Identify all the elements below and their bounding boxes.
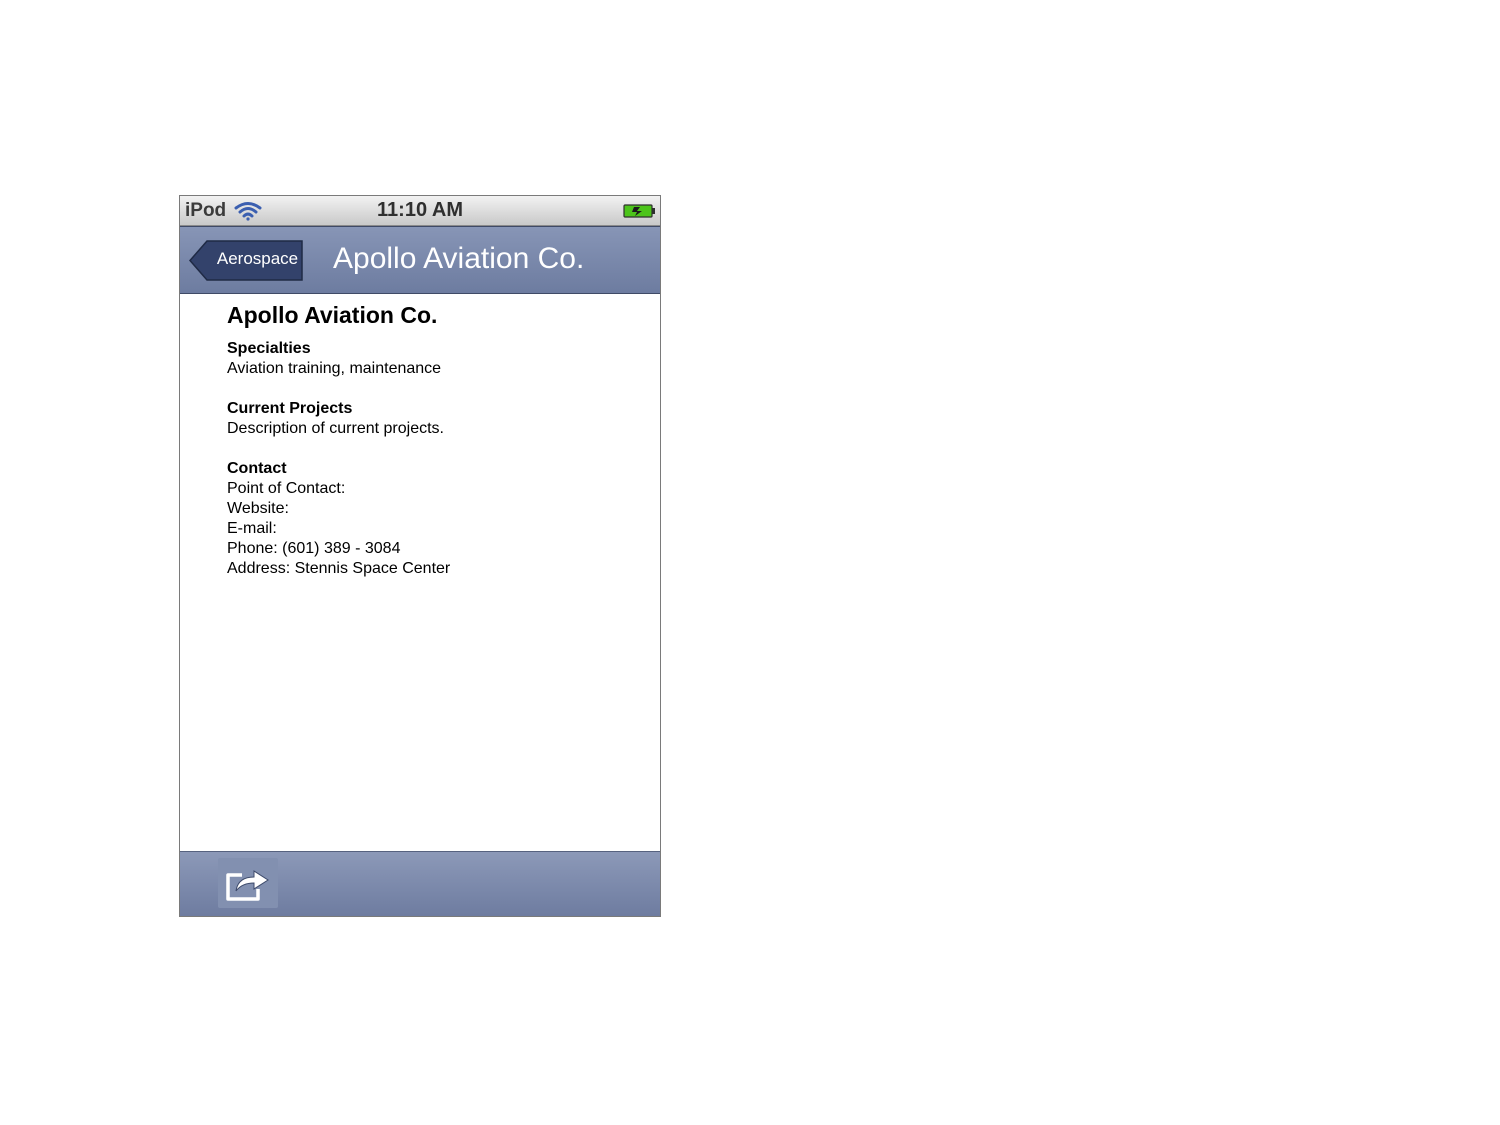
point-of-contact: Point of Contact:	[227, 480, 346, 497]
website: Website:	[227, 500, 289, 517]
company-detail: Apollo Aviation Co. Specialties Aviation…	[227, 300, 647, 599]
email: E-mail:	[227, 520, 277, 537]
address: Address: Stennis Space Center	[227, 560, 451, 577]
back-button-label: Aerospace	[216, 249, 299, 268]
phone[interactable]: Phone: (601) 389 - 3084	[227, 539, 647, 559]
projects-section: Current Projects Description of current …	[227, 399, 647, 439]
projects-text: Description of current projects.	[227, 420, 444, 437]
contact-heading: Contact	[227, 460, 287, 477]
bottom-toolbar	[180, 851, 660, 916]
battery-charging-icon	[623, 203, 657, 219]
device-screen: iPod 11:10 AM Aerospace Apollo Aviation …	[179, 195, 661, 917]
back-button[interactable]: Aerospace	[189, 240, 304, 281]
specialties-section: Specialties Aviation training, maintenan…	[227, 339, 647, 379]
navigation-bar: Aerospace Apollo Aviation Co.	[180, 226, 660, 294]
projects-heading: Current Projects	[227, 400, 353, 417]
nav-title: Apollo Aviation Co.	[333, 242, 585, 275]
share-icon	[226, 870, 269, 901]
company-name: Apollo Aviation Co.	[227, 302, 438, 328]
specialties-heading: Specialties	[227, 340, 311, 357]
share-button[interactable]	[218, 858, 278, 908]
contact-section: Contact Point of Contact: Website: E-mai…	[227, 459, 647, 579]
specialties-text: Aviation training, maintenance	[227, 360, 442, 377]
clock: 11:10 AM	[377, 199, 463, 221]
status-bar: iPod 11:10 AM	[180, 196, 660, 226]
